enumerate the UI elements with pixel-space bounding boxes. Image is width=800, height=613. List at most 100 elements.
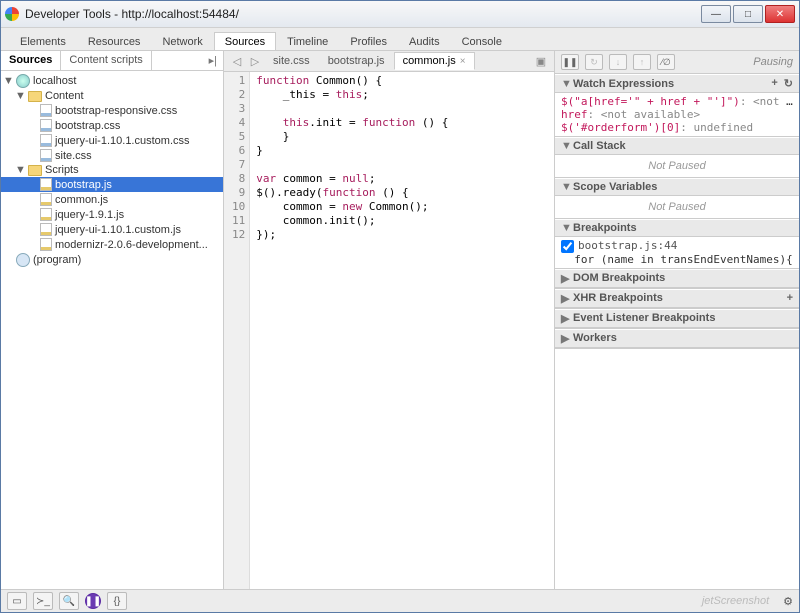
watch-add-icon[interactable]: + (771, 77, 777, 90)
file-tab[interactable]: site.css (264, 52, 319, 70)
code-editor[interactable]: 123456789101112 function Common() { _thi… (224, 72, 554, 589)
watch-expression[interactable]: $('#orderform')[0]: undefined (561, 121, 793, 134)
tree-item-label: modernizr-2.0.6-development... (55, 239, 208, 251)
main-tab-elements[interactable]: Elements (9, 32, 77, 50)
tree-item[interactable]: site.css (1, 148, 223, 163)
close-button[interactable]: ✕ (765, 5, 795, 23)
panel-event-listeners: ▶ Event Listener Breakpoints (555, 309, 799, 329)
sidebar-tab-content-scripts[interactable]: Content scripts (61, 51, 151, 70)
tree-item[interactable]: jquery-ui-1.10.1.custom.js (1, 222, 223, 237)
tree-item[interactable]: common.js (1, 192, 223, 207)
panel-watch-header[interactable]: ▼ Watch Expressions + ↻ (555, 74, 799, 93)
sidebar-tabbar: Sources Content scripts ▸| (1, 51, 223, 71)
pause-button[interactable]: ❚❚ (561, 54, 579, 70)
watch-expression[interactable]: $("a[href='" + href + "']"): <not av... (561, 95, 793, 108)
show-navigator-icon[interactable]: ▣ (532, 55, 550, 68)
main-tab-timeline[interactable]: Timeline (276, 32, 339, 50)
dock-icon[interactable]: ▭ (7, 592, 27, 610)
main-tab-sources[interactable]: Sources (214, 32, 276, 50)
panel-workers: ▶ Workers (555, 329, 799, 349)
tree-item[interactable]: (program) (1, 252, 223, 268)
deactivate-breakpoints-button[interactable]: ⁄∅ (657, 54, 675, 70)
panel-evt-header[interactable]: ▶ Event Listener Breakpoints (555, 309, 799, 328)
window-title: Developer Tools - http://localhost:54484… (25, 7, 701, 21)
breakpoint-code: for (name in transEndEventNames){ (561, 253, 793, 266)
disclosure-icon: ▼ (561, 222, 571, 234)
tree-item-label: bootstrap.js (55, 179, 112, 191)
panel-dom-title: DOM Breakpoints (573, 272, 665, 284)
tree-item-label: Content (45, 90, 84, 102)
close-tab-icon[interactable]: × (460, 56, 466, 67)
tree-item-label: jquery-1.9.1.js (55, 209, 124, 221)
watermark: jetScreenshot (702, 595, 769, 607)
not-paused-label: Not Paused (561, 198, 793, 216)
panel-dom-breakpoints: ▶ DOM Breakpoints (555, 269, 799, 289)
file-icon (40, 178, 52, 191)
file-tab-label: common.js (403, 55, 456, 67)
panel-callstack-header[interactable]: ▼ Call Stack (555, 137, 799, 155)
main-tab-profiles[interactable]: Profiles (339, 32, 398, 50)
sidebar-collapse-icon[interactable]: ▸| (203, 51, 223, 70)
tree-item[interactable]: modernizr-2.0.6-development... (1, 237, 223, 252)
panel-breakpoints-title: Breakpoints (573, 222, 637, 234)
footer-bar: ▭ ≻_ 🔍 ❚❚ {} jetScreenshot ⚙ (1, 589, 799, 612)
main-tab-audits[interactable]: Audits (398, 32, 451, 50)
tree-item[interactable]: bootstrap.js (1, 177, 223, 192)
tree-item[interactable]: bootstrap.css (1, 118, 223, 133)
watch-refresh-icon[interactable]: ↻ (784, 77, 793, 90)
devtools-window: Developer Tools - http://localhost:54484… (0, 0, 800, 613)
panel-dom-header[interactable]: ▶ DOM Breakpoints (555, 269, 799, 288)
settings-gear-icon[interactable]: ⚙ (783, 595, 793, 608)
tree-item-label: bootstrap-responsive.css (55, 105, 177, 117)
pretty-print-icon[interactable]: {} (107, 592, 127, 610)
tree-item[interactable]: ▼localhost (1, 73, 223, 89)
tree-item[interactable]: ▼Content (1, 89, 223, 103)
main-tab-network[interactable]: Network (151, 32, 213, 50)
breakpoint-checkbox[interactable] (561, 240, 574, 253)
nav-back-icon[interactable]: ◁ (228, 55, 246, 68)
disclosure-icon: ▶ (561, 272, 571, 285)
main-tab-console[interactable]: Console (451, 32, 513, 50)
panel-callstack-body: Not Paused (555, 155, 799, 177)
file-tab[interactable]: common.js × (394, 52, 475, 70)
disclosure-icon: ▼ (3, 75, 13, 87)
file-tab[interactable]: bootstrap.js (319, 52, 394, 70)
nav-fwd-icon[interactable]: ▷ (246, 55, 264, 68)
file-tree: ▼localhost▼Contentbootstrap-responsive.c… (1, 71, 223, 589)
panel-xhr-header[interactable]: ▶ XHR Breakpoints + (555, 289, 799, 308)
xhr-add-icon[interactable]: + (787, 292, 793, 304)
search-icon[interactable]: 🔍 (59, 592, 79, 610)
prog-icon (16, 253, 30, 267)
watch-expression[interactable]: href: <not available> (561, 108, 793, 121)
debugger-status: Pausing (753, 56, 793, 68)
sidebar-tab-sources[interactable]: Sources (1, 51, 61, 70)
panel-breakpoints-header[interactable]: ▼ Breakpoints (555, 219, 799, 237)
main-area: Sources Content scripts ▸| ▼localhost▼Co… (1, 51, 799, 589)
debugger-panel: ❚❚ ↻ ↓ ↑ ⁄∅ Pausing ▼ Watch Expressions … (554, 51, 799, 589)
disclosure-icon: ▶ (561, 332, 571, 345)
panel-workers-header[interactable]: ▶ Workers (555, 329, 799, 348)
source-text: function Common() { _this = this; this.i… (250, 72, 454, 589)
step-over-button[interactable]: ↻ (585, 54, 603, 70)
file-icon (40, 223, 52, 236)
file-icon (40, 104, 52, 117)
file-icon (40, 238, 52, 251)
debugger-toolbar: ❚❚ ↻ ↓ ↑ ⁄∅ Pausing (555, 51, 799, 74)
main-tab-resources[interactable]: Resources (77, 32, 152, 50)
panel-scope-header[interactable]: ▼ Scope Variables (555, 178, 799, 196)
tree-item[interactable]: jquery-ui-1.10.1.custom.css (1, 133, 223, 148)
step-out-button[interactable]: ↑ (633, 54, 651, 70)
tree-item[interactable]: ▼Scripts (1, 163, 223, 177)
tree-item[interactable]: jquery-1.9.1.js (1, 207, 223, 222)
pause-on-exceptions-icon[interactable]: ❚❚ (85, 593, 101, 609)
tree-item[interactable]: bootstrap-responsive.css (1, 103, 223, 118)
breakpoint-item[interactable]: bootstrap.js:44 for (name in transEndEve… (561, 239, 793, 266)
tree-item-label: jquery-ui-1.10.1.custom.css (55, 135, 190, 147)
main-tab-bar: ElementsResourcesNetworkSourcesTimelineP… (1, 28, 799, 51)
console-icon[interactable]: ≻_ (33, 592, 53, 610)
sidebar: Sources Content scripts ▸| ▼localhost▼Co… (1, 51, 224, 589)
minimize-button[interactable]: — (701, 5, 731, 23)
panel-xhr-title: XHR Breakpoints (573, 292, 663, 304)
step-into-button[interactable]: ↓ (609, 54, 627, 70)
maximize-button[interactable]: □ (733, 5, 763, 23)
